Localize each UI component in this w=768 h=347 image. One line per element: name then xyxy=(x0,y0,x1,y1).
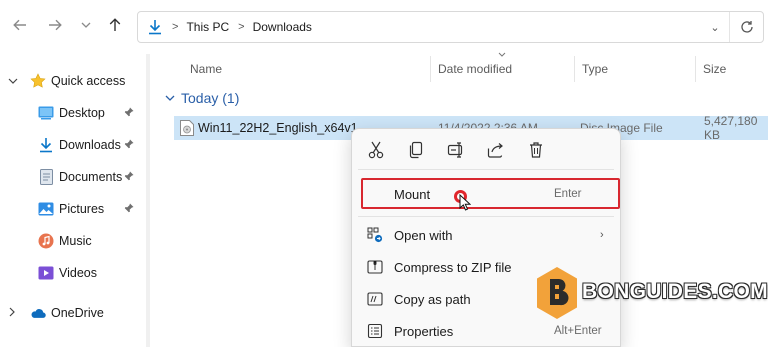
chevron-right-icon: > xyxy=(238,21,245,33)
pin-icon[interactable] xyxy=(124,139,134,152)
column-divider[interactable] xyxy=(430,56,431,82)
sidebar-item-label: Downloads xyxy=(59,138,121,152)
properties-icon xyxy=(367,323,383,339)
sidebar-item-label: Videos xyxy=(59,266,97,280)
copy-icon[interactable] xyxy=(404,139,428,161)
documents-icon xyxy=(38,169,54,185)
cut-icon[interactable] xyxy=(364,139,388,161)
chevron-down-icon[interactable] xyxy=(165,93,175,104)
download-icon xyxy=(38,137,54,153)
sidebar-item-music[interactable]: Music xyxy=(0,226,152,256)
sidebar-item-label: Documents xyxy=(59,170,123,184)
address-bar-actions: ⌄ xyxy=(701,12,763,42)
column-divider[interactable] xyxy=(574,56,575,82)
sidebar-item-label: Quick access xyxy=(51,74,126,88)
disc-image-icon xyxy=(180,120,194,136)
sidebar-item-desktop[interactable]: Desktop xyxy=(0,98,152,128)
share-icon[interactable] xyxy=(484,139,508,161)
address-dropdown-icon[interactable]: ⌄ xyxy=(701,21,729,34)
sidebar-item-downloads[interactable]: Downloads xyxy=(0,130,152,160)
refresh-icon xyxy=(740,21,753,33)
menu-item-label: Copy as path xyxy=(394,291,471,307)
group-label: Today (1) xyxy=(181,90,240,106)
column-header-label: Date modified xyxy=(438,62,513,76)
menu-item-shortcut: Alt+Enter xyxy=(554,325,602,337)
menu-item-open-with[interactable]: Open with › xyxy=(356,220,618,250)
chevron-down-icon xyxy=(81,22,91,28)
sidebar-item-label: Desktop xyxy=(59,106,105,120)
column-divider[interactable] xyxy=(695,56,696,82)
forward-button[interactable] xyxy=(45,15,65,35)
sidebar-item-pictures[interactable]: Pictures xyxy=(0,194,152,224)
breadcrumb-this-pc[interactable]: This PC xyxy=(186,20,229,34)
column-header-label: Size xyxy=(703,62,727,76)
up-button[interactable] xyxy=(105,15,125,35)
sidebar-scrollbar[interactable] xyxy=(146,54,150,347)
sidebar-item-label: OneDrive xyxy=(51,306,104,320)
breadcrumb-downloads[interactable]: Downloads xyxy=(253,20,312,34)
delete-icon[interactable] xyxy=(524,139,548,161)
chevron-down-icon[interactable] xyxy=(8,76,18,87)
menu-item-label: Properties xyxy=(394,323,454,339)
sidebar-item-label: Music xyxy=(59,234,92,248)
videos-icon xyxy=(38,265,54,281)
zip-icon xyxy=(367,259,383,275)
sidebar-item-quick-access[interactable]: Quick access xyxy=(0,66,152,96)
context-menu-toolbar xyxy=(352,129,620,169)
pin-icon[interactable] xyxy=(124,107,134,120)
arrow-up-icon xyxy=(109,18,121,31)
chevron-right-icon: > xyxy=(172,21,179,33)
pictures-icon xyxy=(38,201,54,217)
sidebar-item-onedrive[interactable]: OneDrive xyxy=(0,298,152,328)
column-header-size[interactable]: Size xyxy=(703,54,763,84)
desktop-folder-icon xyxy=(38,105,54,121)
recent-locations-button[interactable] xyxy=(76,15,96,35)
column-header-type[interactable]: Type xyxy=(582,54,696,84)
mouse-cursor-icon xyxy=(459,194,471,211)
sidebar-item-label: Pictures xyxy=(59,202,105,216)
file-name: Win11_22H2_English_x64v1 xyxy=(198,121,358,135)
music-icon xyxy=(38,233,54,249)
menu-divider xyxy=(358,216,614,217)
open-with-icon xyxy=(367,227,383,243)
column-header-name[interactable]: Name xyxy=(190,54,430,84)
mount-highlight-box xyxy=(361,178,620,209)
sort-caret-icon xyxy=(498,50,506,59)
chevron-right-icon: › xyxy=(600,229,604,241)
navigation-pane: Quick access Desktop Downloads Documents xyxy=(0,54,152,347)
file-size: 5,427,180 KB xyxy=(704,114,758,142)
rename-icon[interactable] xyxy=(444,139,468,161)
sidebar-item-videos[interactable]: Videos xyxy=(0,258,152,288)
chevron-right-icon[interactable] xyxy=(9,307,15,320)
refresh-button[interactable] xyxy=(729,12,763,42)
onedrive-icon xyxy=(30,305,46,321)
watermark: BONGUIDES.COM xyxy=(535,264,768,324)
arrow-left-icon xyxy=(13,19,26,31)
download-icon xyxy=(147,18,163,36)
pin-icon[interactable] xyxy=(124,171,134,184)
copy-path-icon xyxy=(367,291,383,307)
pin-icon[interactable] xyxy=(124,203,134,216)
column-header-label: Type xyxy=(582,62,609,76)
star-icon xyxy=(30,73,46,89)
menu-item-label: Compress to ZIP file xyxy=(394,259,512,275)
watermark-logo xyxy=(537,267,577,319)
arrow-right-icon xyxy=(49,19,62,31)
column-header-label: Name xyxy=(190,62,223,76)
back-button[interactable] xyxy=(10,15,30,35)
group-header-today[interactable]: Today (1) xyxy=(165,90,239,106)
menu-item-label: Open with xyxy=(394,227,453,243)
watermark-text: BONGUIDES.COM xyxy=(582,280,768,303)
menu-divider xyxy=(358,169,614,170)
sidebar-item-documents[interactable]: Documents xyxy=(0,162,152,192)
column-header-date-modified[interactable]: Date modified xyxy=(438,54,574,84)
navigation-bar: > This PC > Downloads ⌄ xyxy=(0,0,768,54)
address-bar[interactable]: > This PC > Downloads ⌄ xyxy=(137,11,764,43)
